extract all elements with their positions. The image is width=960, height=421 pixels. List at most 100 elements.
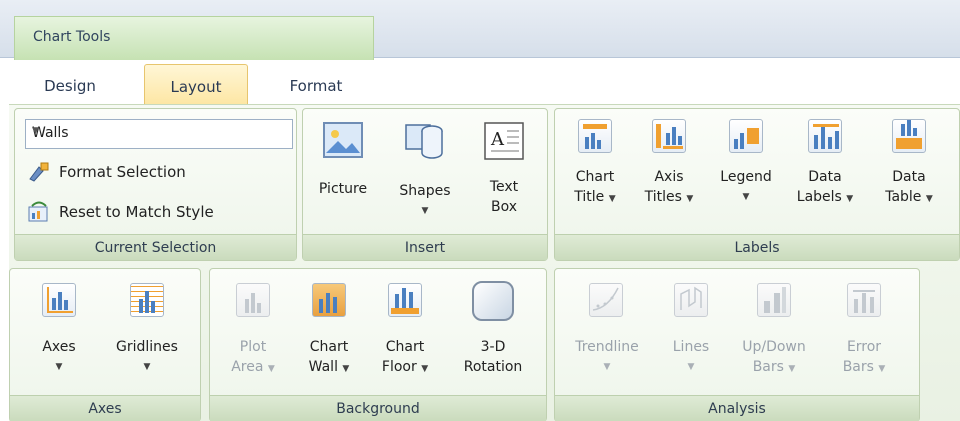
error-bars-dropdown-arrow: ▼ xyxy=(878,364,886,374)
axis-titles-button[interactable]: Axis Titles ▼ xyxy=(637,117,701,237)
picture-button[interactable]: Picture xyxy=(311,117,375,227)
axes-dropdown-arrow: ▼ xyxy=(55,362,63,372)
data-labels-label-1: Data xyxy=(808,169,842,185)
error-bars-label-1: Error xyxy=(846,339,882,355)
format-selection-button[interactable]: Format Selection xyxy=(25,159,186,187)
group-label-labels: Labels xyxy=(555,234,959,260)
legend-icon xyxy=(729,119,763,153)
lines-label: Lines xyxy=(672,339,710,355)
data-table-button[interactable]: Data Table ▼ xyxy=(871,117,947,237)
text-box-icon: A xyxy=(484,122,524,160)
chart-wall-dropdown-arrow: ▼ xyxy=(342,364,350,374)
gridlines-label: Gridlines xyxy=(116,339,178,355)
shapes-icon xyxy=(405,124,443,159)
svg-text:A: A xyxy=(490,129,505,150)
chart-tools-context-tab: Chart Tools xyxy=(14,16,374,60)
chart-floor-icon xyxy=(388,283,422,317)
data-labels-button[interactable]: Data Labels ▼ xyxy=(787,117,863,237)
plot-area-button[interactable]: Plot Area ▼ xyxy=(218,281,288,391)
data-labels-icon xyxy=(808,119,842,153)
format-selection-icon xyxy=(29,162,49,182)
axes-button[interactable]: Axes ▼ xyxy=(24,281,94,391)
error-bars-button[interactable]: Error Bars ▼ xyxy=(827,281,901,391)
axis-titles-label-2: Titles xyxy=(644,189,682,205)
ribbon: Walls ▼ Format Selection Reset to Match … xyxy=(9,104,960,421)
chart-floor-button[interactable]: Chart Floor ▼ xyxy=(370,281,440,391)
axes-icon xyxy=(42,283,76,317)
shapes-dropdown-arrow: ▼ xyxy=(421,206,429,216)
axes-label: Axes xyxy=(42,339,76,355)
gridlines-dropdown-arrow: ▼ xyxy=(143,362,151,372)
picture-label: Picture xyxy=(318,181,368,197)
up-down-bars-label-2: Bars xyxy=(752,359,784,375)
chart-title-icon xyxy=(578,119,612,153)
plot-area-icon xyxy=(236,283,270,317)
text-box-button[interactable]: A Text Box xyxy=(471,117,537,227)
error-bars-label-2: Bars xyxy=(842,359,874,375)
chart-wall-label-1: Chart xyxy=(309,339,349,355)
up-down-bars-dropdown-arrow: ▼ xyxy=(788,364,796,374)
plot-area-label-1: Plot xyxy=(239,339,267,355)
shapes-button[interactable]: Shapes ▼ xyxy=(389,117,461,227)
data-table-icon xyxy=(892,119,926,153)
group-label-current-selection: Current Selection xyxy=(15,234,296,260)
tab-layout[interactable]: Layout xyxy=(144,64,248,106)
chevron-down-icon: ▼ xyxy=(32,126,39,136)
reset-style-icon xyxy=(28,201,48,222)
legend-label: Legend xyxy=(720,169,772,185)
data-table-dropdown-arrow: ▼ xyxy=(925,194,933,204)
tab-format[interactable]: Format xyxy=(266,64,366,106)
picture-icon xyxy=(323,122,363,158)
group-background: Plot Area ▼ Chart Wall ▼ Chart Floor ▼ 3… xyxy=(209,268,547,421)
chart-title-label-2: Title xyxy=(574,189,605,205)
group-label-background: Background xyxy=(210,395,546,421)
reset-to-match-style-button[interactable]: Reset to Match Style xyxy=(25,199,214,227)
chart-element-dropdown[interactable]: Walls ▼ xyxy=(25,119,293,149)
data-labels-dropdown-arrow: ▼ xyxy=(846,194,854,204)
group-analysis: Trendline ▼ Lines ▼ Up/Down Bars ▼ Error… xyxy=(554,268,920,421)
gridlines-icon xyxy=(130,283,164,317)
text-box-label-1: Text xyxy=(489,179,519,195)
chart-floor-label-2: Floor xyxy=(381,359,417,375)
text-box-label-2: Box xyxy=(490,199,518,215)
up-down-bars-icon xyxy=(757,283,791,317)
group-label-insert: Insert xyxy=(303,234,547,260)
lines-dropdown-arrow: ▼ xyxy=(687,362,695,372)
axis-titles-icon xyxy=(652,119,686,153)
data-table-label-1: Data xyxy=(892,169,926,185)
chart-title-label-1: Chart xyxy=(575,169,615,185)
chart-wall-button[interactable]: Chart Wall ▼ xyxy=(294,281,364,391)
tab-layout-label: Layout xyxy=(170,78,222,96)
up-down-bars-button[interactable]: Up/Down Bars ▼ xyxy=(729,281,819,391)
group-label-analysis: Analysis xyxy=(555,395,919,421)
legend-button[interactable]: Legend ▼ xyxy=(711,117,781,237)
lines-chart-icon xyxy=(680,286,702,310)
3d-rotation-button[interactable]: 3-D Rotation xyxy=(450,281,536,391)
chart-wall-icon xyxy=(312,283,346,317)
chart-title-button[interactable]: Chart Title ▼ xyxy=(563,117,627,237)
trendline-icon xyxy=(589,283,623,317)
gridlines-button[interactable]: Gridlines ▼ xyxy=(104,281,190,391)
3d-rotation-label-1: 3-D xyxy=(480,339,506,355)
trendline-label: Trendline xyxy=(575,339,639,355)
chart-title-dropdown-arrow: ▼ xyxy=(608,194,616,204)
3d-rotation-label-2: Rotation xyxy=(463,359,523,375)
chart-wall-label-2: Wall xyxy=(308,359,338,375)
group-label-axes: Axes xyxy=(10,395,200,421)
group-current-selection: Walls ▼ Format Selection Reset to Match … xyxy=(14,108,297,261)
chart-floor-dropdown-arrow: ▼ xyxy=(421,364,429,374)
ribbon-tabs: Design Layout Format xyxy=(14,60,960,106)
axis-titles-dropdown-arrow: ▼ xyxy=(686,194,694,204)
tab-design[interactable]: Design xyxy=(14,64,126,106)
tab-format-label: Format xyxy=(289,77,343,95)
error-bars-icon xyxy=(847,283,881,317)
lines-button[interactable]: Lines ▼ xyxy=(659,281,723,391)
plot-area-dropdown-arrow: ▼ xyxy=(267,364,275,374)
trendline-button[interactable]: Trendline ▼ xyxy=(559,281,655,391)
up-down-bars-label-1: Up/Down xyxy=(742,339,806,355)
group-labels: Chart Title ▼ Axis Titles ▼ Legend ▼ Dat… xyxy=(554,108,960,261)
reset-style-label: Reset to Match Style xyxy=(59,203,214,221)
legend-dropdown-arrow: ▼ xyxy=(742,192,750,202)
data-table-label-2: Table xyxy=(885,189,922,205)
axis-titles-label-1: Axis xyxy=(654,169,684,185)
